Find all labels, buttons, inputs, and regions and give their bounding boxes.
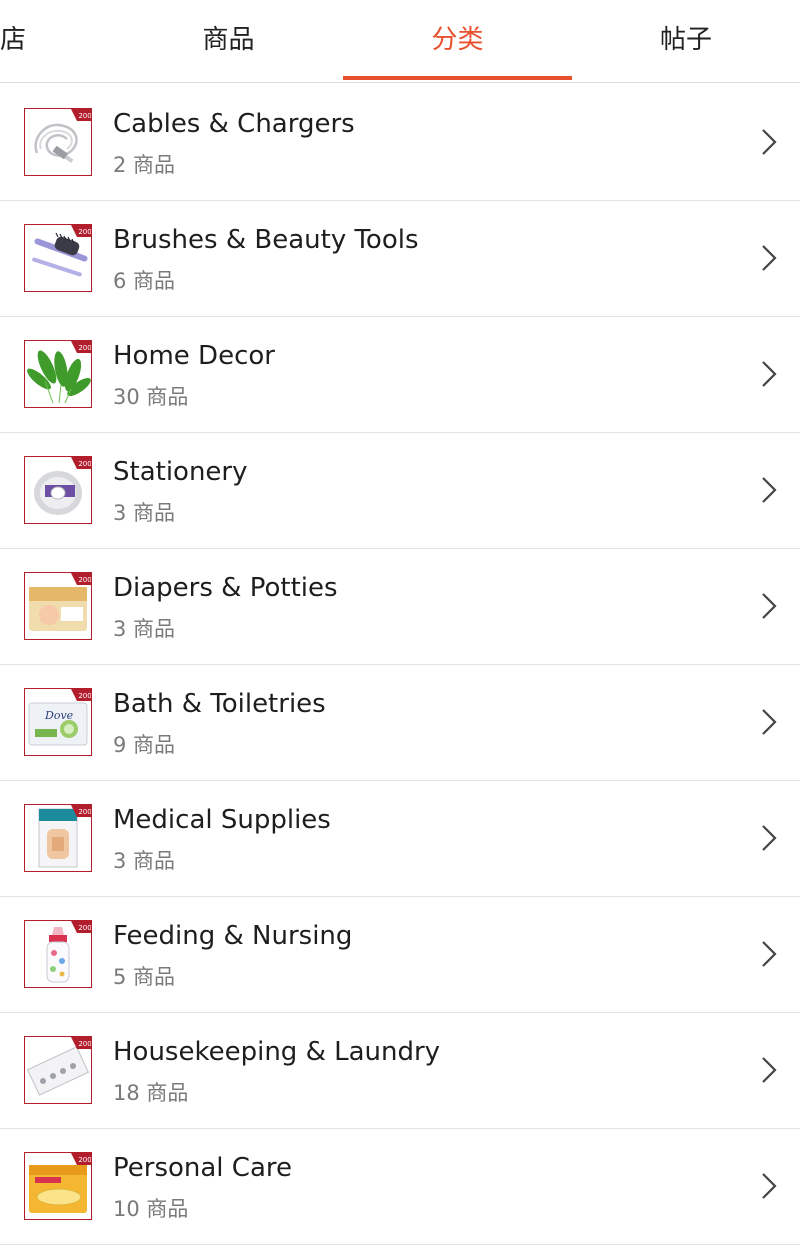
category-name: Brushes & Beauty Tools	[113, 225, 419, 255]
category-name: Home Decor	[113, 341, 275, 371]
category-count: 18 商品	[113, 1081, 189, 1105]
svg-text:200: 200	[78, 460, 91, 468]
category-row-brushes-beauty-tools[interactable]: 200 Brushes & Beauty Tools 6 商品	[0, 201, 800, 317]
top-tab-bar: 店 商品 分类 帖子	[0, 0, 800, 83]
category-row-stationery[interactable]: 200 Stationery 3 商品	[0, 433, 800, 549]
category-name: Diapers & Potties	[113, 573, 338, 603]
tab-shop[interactable]: 店	[0, 0, 114, 80]
category-count: 3 商品	[113, 501, 176, 525]
category-row-bath-toiletries[interactable]: Dove 200 Bath & Toiletries 9 商品	[0, 665, 800, 781]
category-count: 3 商品	[113, 617, 176, 641]
chevron-right-icon	[762, 593, 777, 619]
chevron-right-icon	[762, 1173, 777, 1199]
category-name: Cables & Chargers	[113, 109, 355, 139]
category-count: 9 商品	[113, 733, 176, 757]
category-count: 5 商品	[113, 965, 176, 989]
category-name: Medical Supplies	[113, 805, 331, 835]
tab-categories[interactable]: 分类	[343, 0, 572, 80]
hooks-pack-icon: 200	[24, 1036, 92, 1104]
baby-bottle-icon: 200	[24, 920, 92, 988]
svg-text:200: 200	[78, 1040, 91, 1048]
category-count: 2 商品	[113, 153, 176, 177]
chevron-right-icon	[762, 245, 777, 271]
category-count: 30 商品	[113, 385, 189, 409]
category-row-home-decor[interactable]: 200 Home Decor 30 商品	[0, 317, 800, 433]
tab-posts[interactable]: 帖子	[572, 0, 800, 80]
bandage-pack-icon: 200	[24, 804, 92, 872]
soap-bar-icon: Dove 200	[24, 688, 92, 756]
diaper-pack-icon: 200	[24, 572, 92, 640]
tab-products[interactable]: 商品	[114, 0, 343, 80]
category-name: Stationery	[113, 457, 248, 487]
category-name: Housekeeping & Laundry	[113, 1037, 441, 1067]
active-tab-indicator	[343, 76, 572, 80]
chevron-right-icon	[762, 709, 777, 735]
chevron-right-icon	[762, 825, 777, 851]
category-name: Personal Care	[113, 1153, 292, 1183]
leaf-decor-icon: 200	[24, 340, 92, 408]
category-row-diapers-potties[interactable]: 200 Diapers & Potties 3 商品	[0, 549, 800, 665]
svg-text:200: 200	[78, 344, 91, 352]
category-name: Feeding & Nursing	[113, 921, 353, 951]
svg-text:200: 200	[78, 808, 91, 816]
svg-text:200: 200	[78, 1156, 91, 1164]
category-count: 10 商品	[113, 1197, 189, 1221]
usb-cable-icon: 200	[24, 108, 92, 176]
svg-text:200: 200	[78, 692, 91, 700]
category-row-housekeeping-laundry[interactable]: 200 Housekeeping & Laundry 18 商品	[0, 1013, 800, 1129]
hair-brush-icon: 200	[24, 224, 92, 292]
category-count: 3 商品	[113, 849, 176, 873]
category-list: 200 Cables & Chargers 2 商品 200 Brushes &…	[0, 85, 800, 1245]
chevron-right-icon	[762, 1057, 777, 1083]
chevron-right-icon	[762, 941, 777, 967]
category-count: 6 商品	[113, 269, 176, 293]
svg-text:200: 200	[78, 112, 91, 120]
chevron-right-icon	[762, 477, 777, 503]
chevron-right-icon	[762, 129, 777, 155]
chevron-right-icon	[762, 361, 777, 387]
pads-pack-icon: 200	[24, 1152, 92, 1220]
svg-text:200: 200	[78, 576, 91, 584]
category-row-personal-care[interactable]: 200 Personal Care 10 商品	[0, 1129, 800, 1245]
category-row-cables-chargers[interactable]: 200 Cables & Chargers 2 商品	[0, 85, 800, 201]
category-row-feeding-nursing[interactable]: 200 Feeding & Nursing 5 商品	[0, 897, 800, 1013]
svg-text:200: 200	[78, 228, 91, 236]
svg-text:200: 200	[78, 924, 91, 932]
category-row-medical-supplies[interactable]: 200 Medical Supplies 3 商品	[0, 781, 800, 897]
tape-roll-icon: 200	[24, 456, 92, 524]
category-name: Bath & Toiletries	[113, 689, 326, 719]
